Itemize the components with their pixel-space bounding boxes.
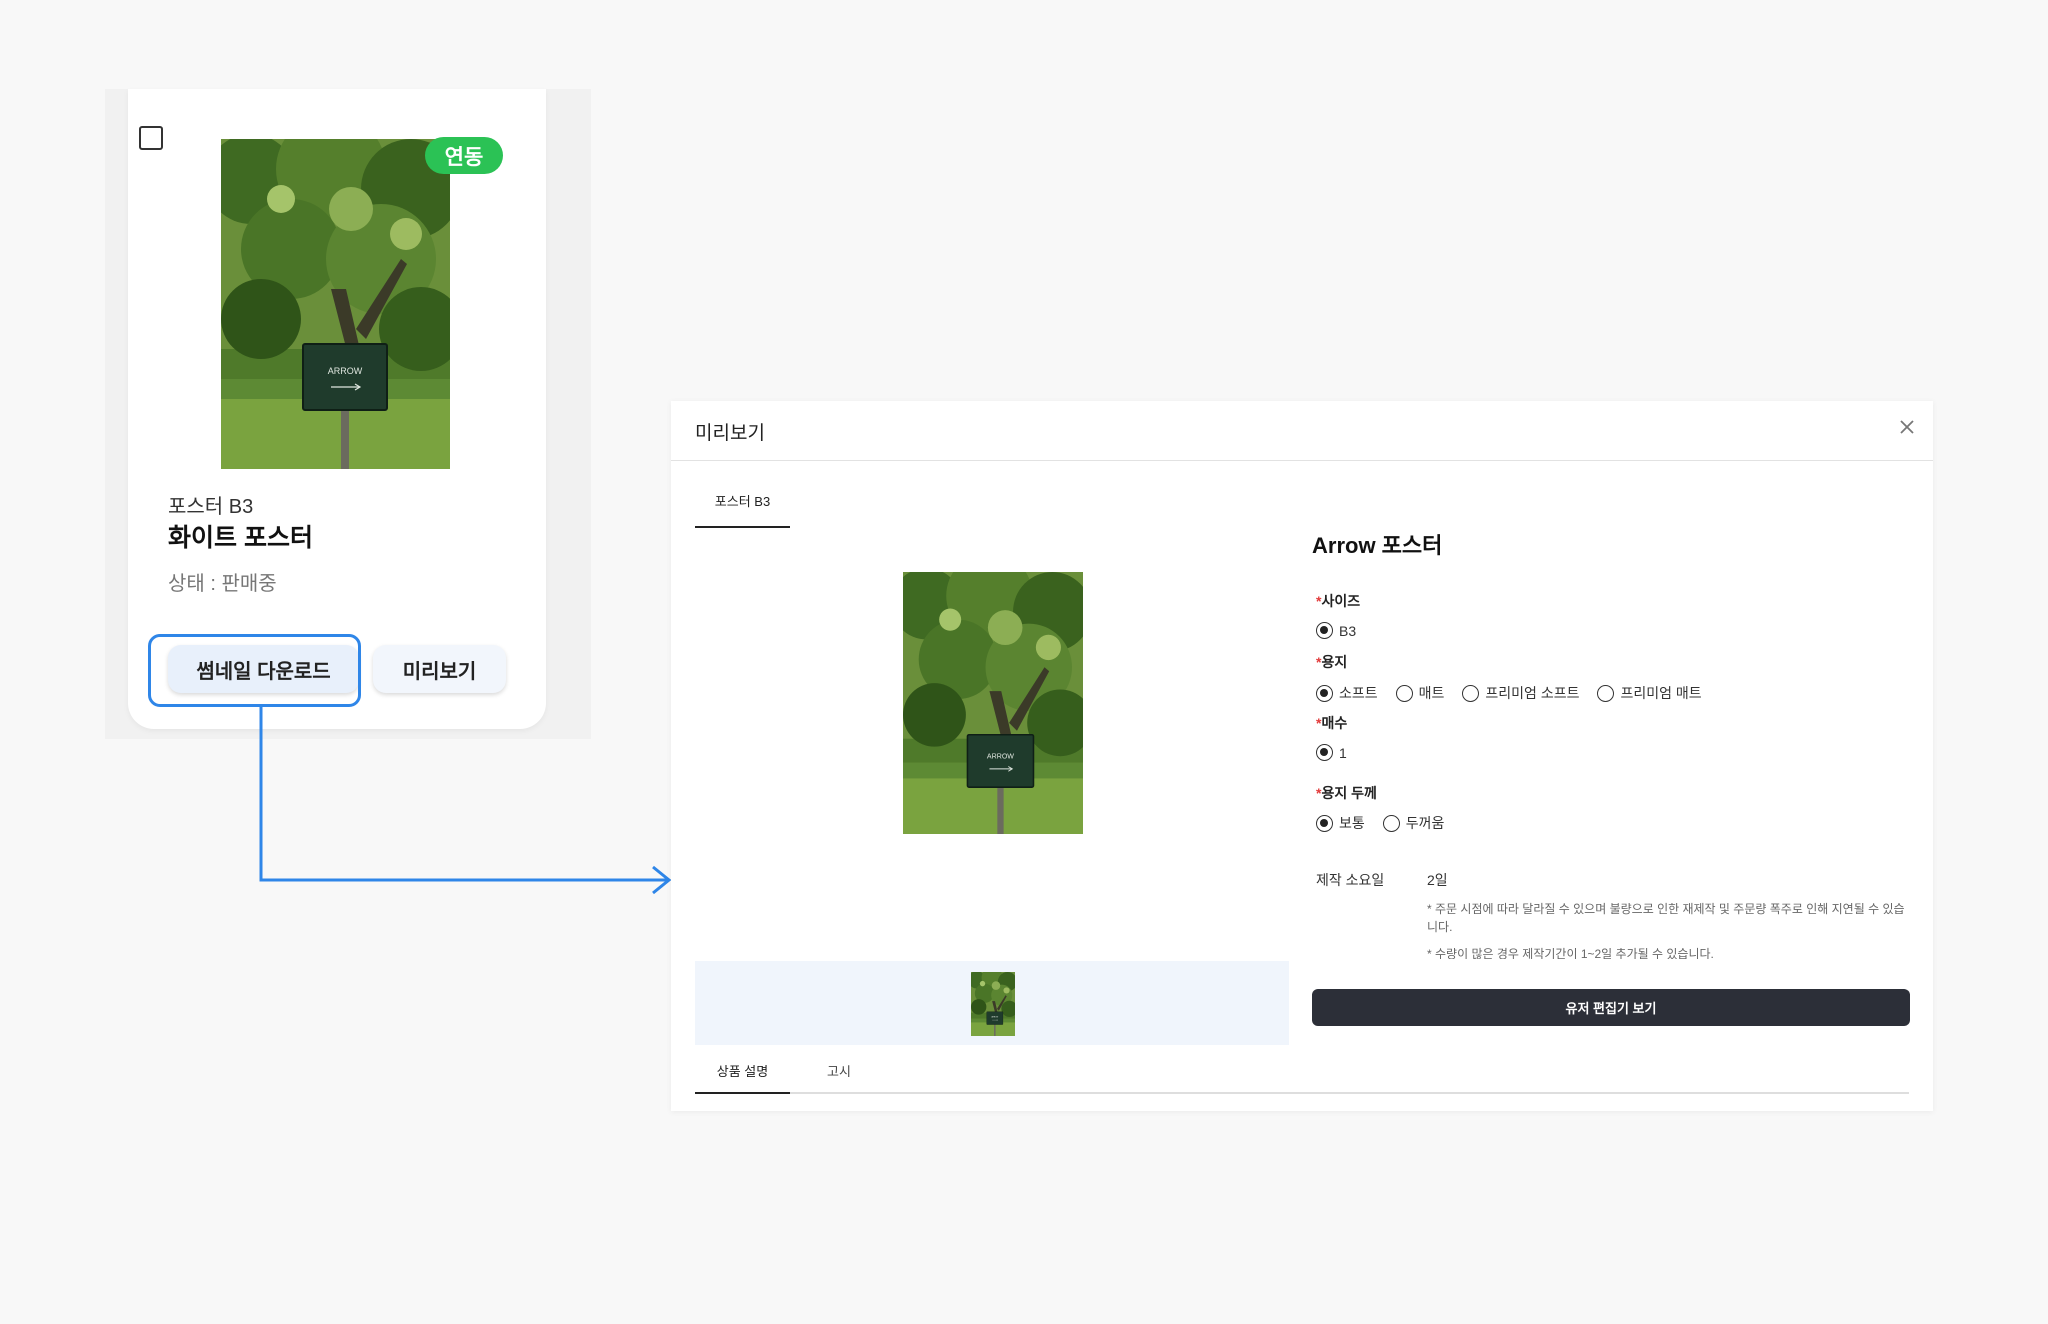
quantity-label: *매수 <box>1316 713 1347 733</box>
radio-checked[interactable] <box>1316 744 1333 761</box>
thickness-label-text: 용지 두께 <box>1321 785 1377 801</box>
product-status: 상태 : 판매중 <box>168 573 277 595</box>
radio-checked[interactable] <box>1316 684 1333 702</box>
size-label: *사이즈 <box>1316 591 1360 611</box>
option-label: 1 <box>1339 744 1347 761</box>
option-label: 두꺼움 <box>1405 815 1445 831</box>
tab-poster-b3[interactable]: 포스터 B3 <box>695 490 790 528</box>
park-photo-image <box>221 139 450 469</box>
linked-badge: 연동 <box>425 137 503 174</box>
paper-option-soft[interactable]: 소프트 <box>1316 683 1378 703</box>
preview-button[interactable]: 미리보기 <box>373 645 506 693</box>
paper-option-matte[interactable]: 매트 <box>1395 683 1445 703</box>
thickness-option-normal[interactable]: 보통 <box>1316 813 1365 833</box>
production-days-label: 제작 소요일 <box>1316 872 1385 888</box>
production-note-clipped: * 수량이 많은 경우 제작기간이 1~2일 추가될 수 있습니다. <box>1427 945 1907 959</box>
production-note: * 주문 시점에 따라 달라질 수 있으며 불량으로 인한 재제작 및 주문량 … <box>1427 902 1905 934</box>
quantity-options: 1 <box>1316 744 1365 761</box>
thumbnail-gallery <box>695 961 1289 1045</box>
product-subtitle: 포스터 B3 <box>168 496 254 518</box>
preview-modal: 미리보기 포스터 B3 상품 설명 고시 Arrow 포스터 *사이즈 B3 *… <box>671 401 1933 1111</box>
preview-image <box>903 572 1083 834</box>
gallery-thumbnail[interactable] <box>971 972 1015 1036</box>
park-photo-image <box>903 572 1083 834</box>
radio-checked[interactable] <box>1316 814 1333 832</box>
option-label: 프리미엄 소프트 <box>1485 685 1580 701</box>
paper-label-text: 용지 <box>1321 654 1348 670</box>
tab-notice[interactable]: 고시 <box>811 1061 867 1094</box>
select-checkbox[interactable] <box>139 126 163 150</box>
option-label: 소프트 <box>1339 685 1378 701</box>
option-label: 매트 <box>1418 685 1445 701</box>
size-option-b3[interactable]: B3 <box>1316 622 1356 639</box>
option-label: 프리미엄 매트 <box>1620 685 1702 701</box>
radio-unchecked[interactable] <box>1382 814 1400 832</box>
tab-product-description[interactable]: 상품 설명 <box>695 1061 790 1094</box>
user-editor-button[interactable]: 유저 편집기 보기 <box>1312 989 1910 1026</box>
park-photo-image <box>971 972 1015 1036</box>
highlight-frame <box>148 634 361 707</box>
paper-option-premium-soft[interactable]: 프리미엄 소프트 <box>1462 683 1579 703</box>
product-thumbnail <box>221 139 450 469</box>
size-label-text: 사이즈 <box>1321 593 1361 609</box>
product-title: 화이트 포스터 <box>168 524 313 552</box>
paper-label: *용지 <box>1316 652 1347 672</box>
radio-checked[interactable] <box>1316 622 1333 639</box>
size-options: B3 <box>1316 622 1374 639</box>
option-label: B3 <box>1339 622 1357 639</box>
option-label: 보통 <box>1339 815 1365 831</box>
thickness-option-thick[interactable]: 두꺼움 <box>1382 813 1445 833</box>
close-icon[interactable] <box>1895 415 1919 439</box>
tab-divider <box>695 1092 1909 1094</box>
modal-header: 미리보기 <box>671 401 1933 461</box>
radio-unchecked[interactable] <box>1597 684 1615 702</box>
product-name: Arrow 포스터 <box>1312 533 1443 558</box>
paper-options: 소프트 매트 프리미엄 소프트 프리미엄 매트 <box>1316 683 1720 703</box>
production-note-2: * 수량이 많은 경우 제작기간이 1~2일 추가될 수 있습니다. <box>1427 947 1714 959</box>
quantity-option-1[interactable]: 1 <box>1316 744 1347 761</box>
radio-unchecked[interactable] <box>1395 684 1413 702</box>
production-days-value: 2일 <box>1427 872 1448 888</box>
thickness-options: 보통 두꺼움 <box>1316 813 1462 833</box>
radio-unchecked[interactable] <box>1462 684 1480 702</box>
paper-option-premium-matte[interactable]: 프리미엄 매트 <box>1597 683 1702 703</box>
modal-title: 미리보기 <box>695 423 765 444</box>
thickness-label: *용지 두께 <box>1316 783 1377 803</box>
quantity-label-text: 매수 <box>1321 715 1348 731</box>
